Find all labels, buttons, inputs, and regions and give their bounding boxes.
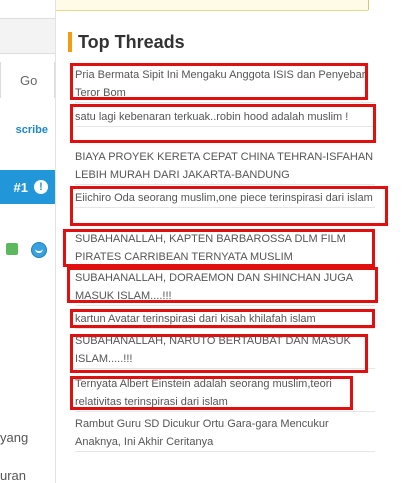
thread-item[interactable]: Eiichiro Oda seorang muslim,one piece te… — [75, 189, 375, 208]
top-threads-panel: Top Threads Pria Bermata Sipit Ini Menga… — [58, 22, 415, 483]
thread-link[interactable]: BIAYA PROYEK KERETA CEPAT CHINA TEHRAN-I… — [75, 148, 375, 184]
rank-badge[interactable]: #1 ! — [0, 170, 55, 204]
thread-link[interactable]: SUBAHANALLAH, NARUTO BERTAUBAT DAN MASUK… — [75, 332, 375, 368]
partial-text-1: yang — [0, 430, 29, 445]
go-button[interactable]: Go — [0, 62, 55, 98]
thread-item[interactable]: Rambut Guru SD Dicukur Ortu Gara-gara Me… — [75, 415, 375, 452]
thread-link[interactable]: Rambut Guru SD Dicukur Ortu Gara-gara Me… — [75, 415, 375, 451]
emoji-row — [0, 240, 55, 260]
thread-item[interactable]: satu lagi kebenaran terkuak..robin hood … — [75, 108, 375, 127]
left-sidebar: Go scribe #1 ! yang uran — [0, 0, 56, 483]
go-separator-right — [54, 62, 55, 98]
thread-link[interactable]: SUBAHANALLAH, DORAEMON DAN SHINCHAN JUGA… — [75, 269, 375, 305]
thread-link[interactable]: Eiichiro Oda seorang muslim,one piece te… — [75, 189, 375, 207]
panel-header: Top Threads — [68, 32, 185, 52]
subscribe-link[interactable]: scribe — [0, 124, 55, 136]
thread-item[interactable]: kartun Avatar terinspirasi dari kisah kh… — [75, 310, 375, 329]
alert-icon: ! — [34, 180, 48, 194]
thread-link[interactable]: Pria Bermata Sipit Ini Mengaku Anggota I… — [75, 66, 375, 102]
thread-link[interactable]: kartun Avatar terinspirasi dari kisah kh… — [75, 310, 375, 328]
thread-link[interactable]: SUBAHANALLAH, KAPTEN BARBAROSSA DLM FILM… — [75, 230, 375, 266]
thread-link[interactable]: satu lagi kebenaran terkuak..robin hood … — [75, 108, 375, 126]
panel-title: Top Threads — [78, 31, 185, 52]
smiley-icon[interactable] — [31, 242, 47, 258]
go-label: Go — [20, 72, 38, 88]
header-accent-bar — [68, 32, 72, 52]
thread-item[interactable]: SUBAHANALLAH, NARUTO BERTAUBAT DAN MASUK… — [75, 332, 375, 369]
thread-item[interactable]: SUBAHANALLAH, KAPTEN BARBAROSSA DLM FILM… — [75, 230, 375, 267]
thread-link[interactable]: Ternyata Albert Einstein adalah seorang … — [75, 375, 375, 411]
thread-item[interactable]: BIAYA PROYEK KERETA CEPAT CHINA TEHRAN-I… — [75, 148, 375, 185]
partial-text-2: uran — [0, 468, 27, 483]
thread-item[interactable]: Ternyata Albert Einstein adalah seorang … — [75, 375, 375, 412]
notice-edge — [368, 0, 369, 10]
thread-item[interactable]: SUBAHANALLAH, DORAEMON DAN SHINCHAN JUGA… — [75, 269, 375, 306]
sidebar-band — [0, 18, 55, 54]
rank-label: #1 — [13, 179, 28, 195]
subscribe-label: scribe — [15, 124, 48, 136]
green-emoticon-icon[interactable] — [6, 243, 18, 255]
thread-item[interactable]: Pria Bermata Sipit Ini Mengaku Anggota I… — [75, 66, 375, 103]
